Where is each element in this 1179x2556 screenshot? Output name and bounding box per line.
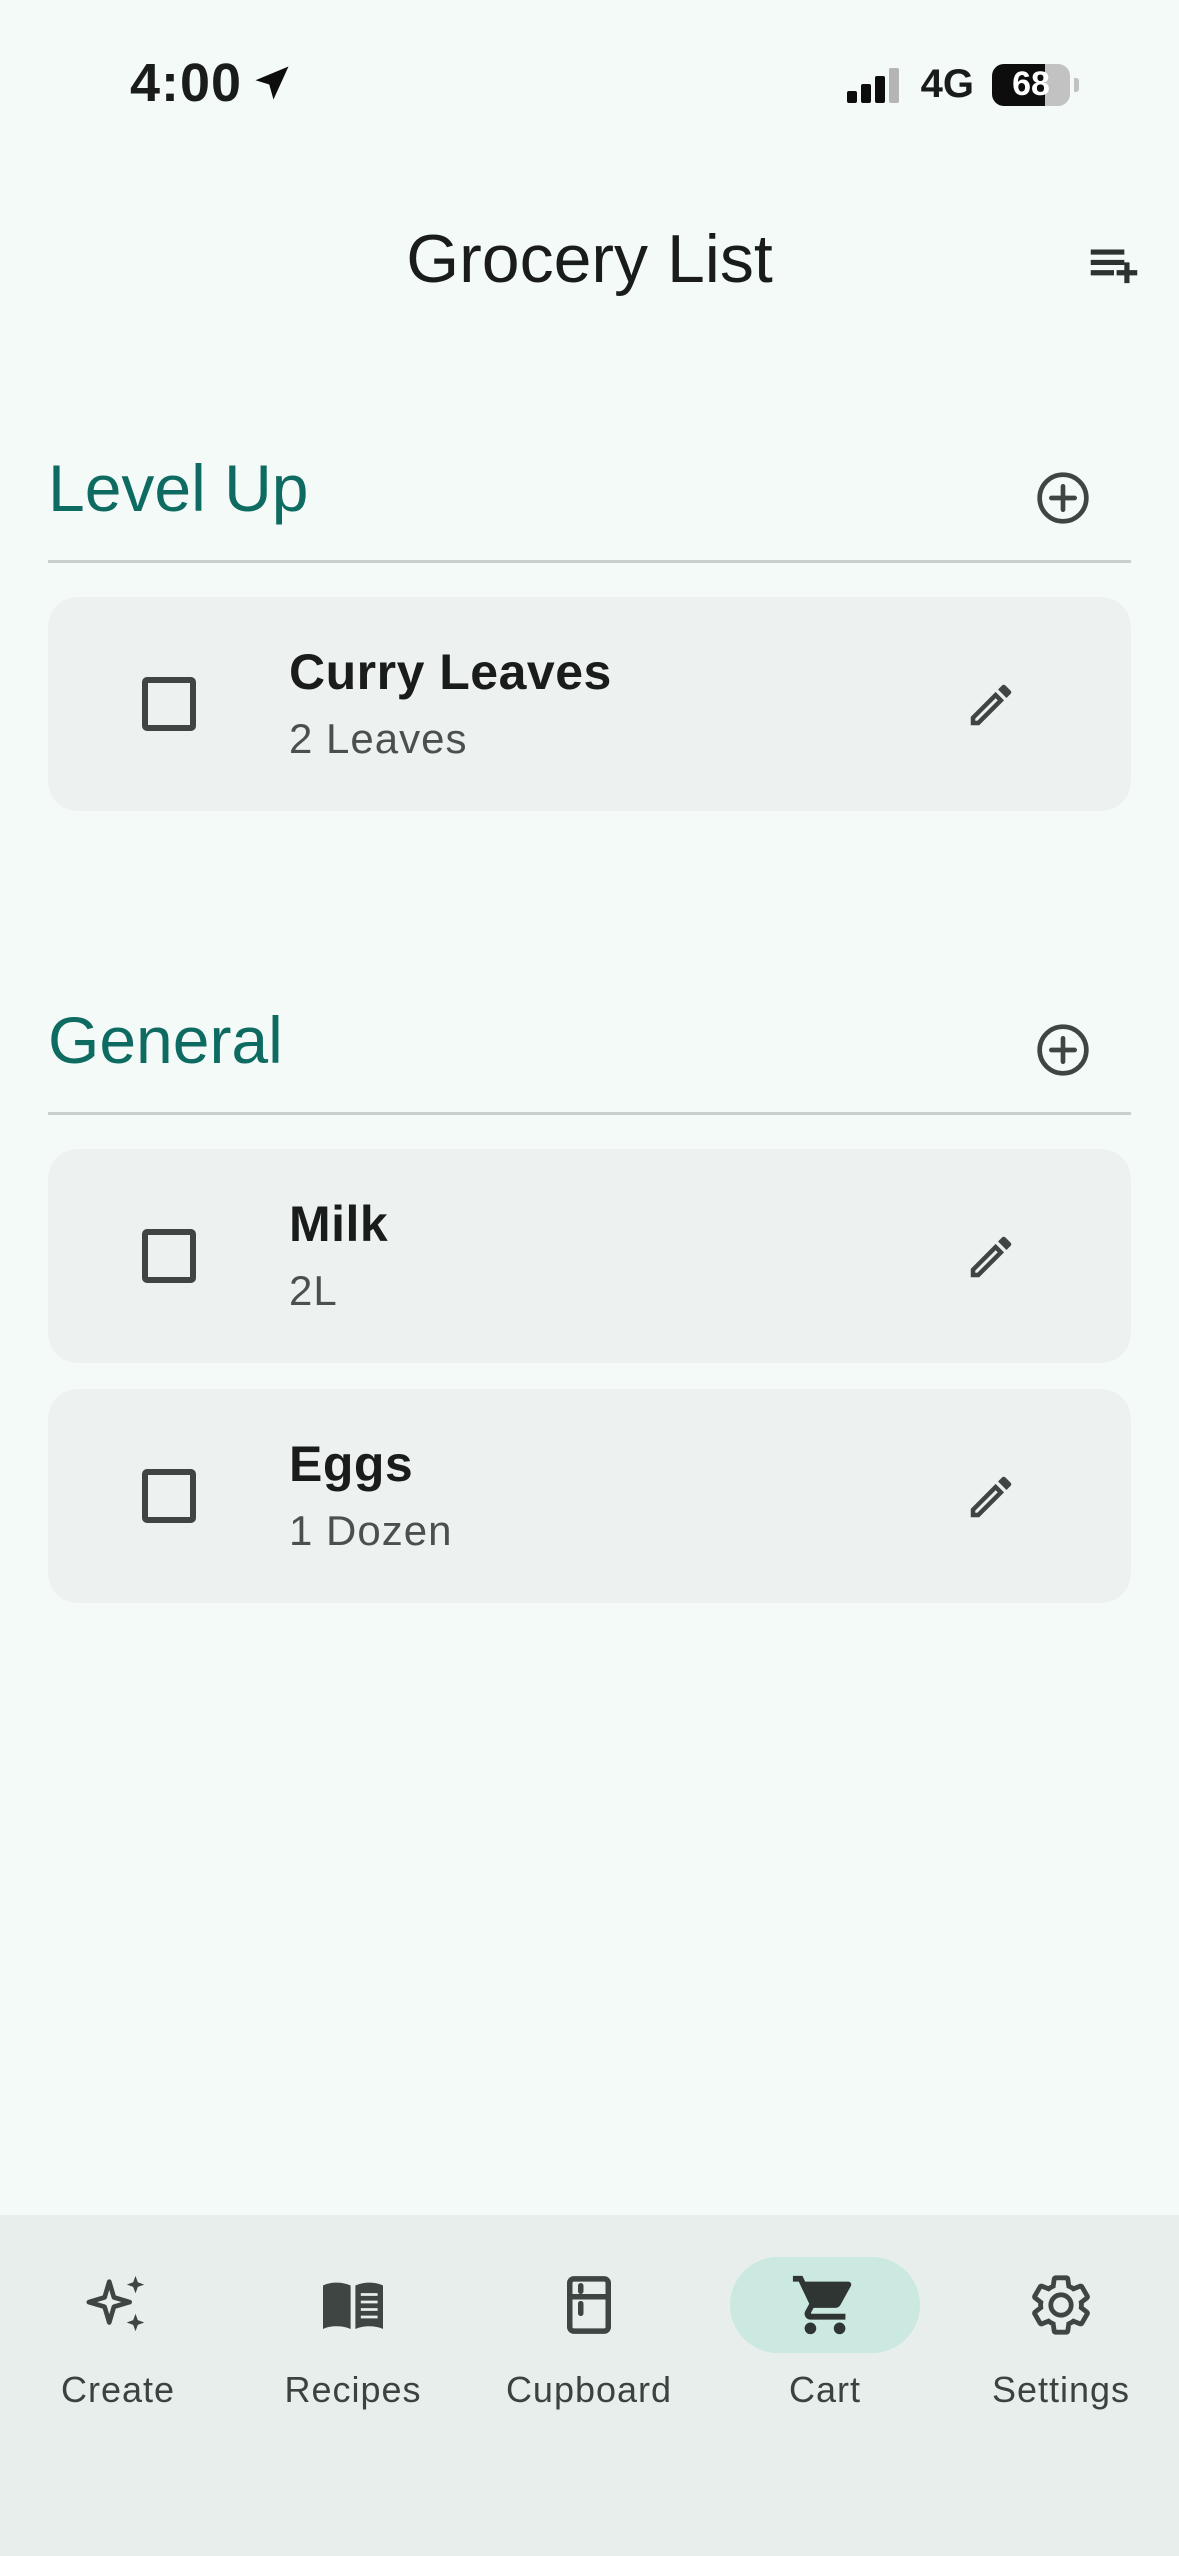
location-arrow-icon — [255, 66, 289, 100]
item-text: Milk 2L — [289, 1195, 388, 1315]
nav-item-cupboard[interactable]: Cupboard — [484, 2257, 694, 2411]
nav-label: Settings — [991, 2369, 1131, 2410]
add-circle-icon — [1037, 472, 1089, 524]
section-title: General — [48, 1003, 283, 1077]
cart-icon — [792, 2275, 852, 2335]
nav-item-recipes[interactable]: Recipes — [248, 2257, 458, 2411]
battery-level: 68 — [1012, 65, 1050, 103]
nav-item-create[interactable]: Create — [13, 2257, 223, 2411]
cupboard-icon — [567, 2276, 611, 2334]
section-header: General — [48, 982, 1131, 1112]
nav-label: Recipes — [284, 2369, 422, 2410]
nav-label: Cupboard — [505, 2369, 673, 2410]
section-header: Level Up — [48, 430, 1131, 560]
bottom-nav: Create Recipes Cupboard Cart Settings — [0, 2215, 1179, 2556]
add-circle-icon — [1037, 1024, 1089, 1076]
sparkles-icon — [86, 2275, 145, 2332]
section-divider — [48, 560, 1131, 563]
item-checkbox[interactable] — [142, 1229, 196, 1283]
item-checkbox[interactable] — [142, 1469, 196, 1523]
nav-icon-container — [966, 2257, 1156, 2353]
network-label: 4G — [920, 62, 974, 106]
list-item: Curry Leaves 2 Leaves — [48, 597, 1131, 811]
nav-icon-container-active — [730, 2257, 920, 2353]
nav-icon-container — [23, 2257, 213, 2353]
add-item-button[interactable] — [1033, 1020, 1093, 1080]
status-time-text: 4:00 — [130, 53, 243, 113]
pencil-icon — [970, 1236, 1012, 1278]
nav-item-cart[interactable]: Cart — [720, 2257, 930, 2411]
app-header: Grocery List — [0, 200, 1179, 320]
nav-label: Create — [60, 2369, 176, 2410]
item-checkbox[interactable] — [142, 677, 196, 731]
edit-item-button[interactable] — [961, 1467, 1021, 1527]
battery-cap — [1074, 77, 1079, 92]
add-list-button[interactable] — [1079, 230, 1149, 300]
status-indicators: 4G 68 — [845, 62, 1079, 107]
battery-indicator: 68 — [992, 63, 1070, 106]
list-item: Milk 2L — [48, 1149, 1131, 1363]
item-quantity: 1 Dozen — [289, 1507, 453, 1554]
section-divider — [48, 1112, 1131, 1115]
nav-label: Cart — [788, 2369, 861, 2410]
section-title: Level Up — [48, 451, 309, 525]
pencil-icon — [970, 684, 1012, 726]
book-icon — [323, 2282, 383, 2329]
item-name: Milk — [289, 1196, 389, 1252]
item-text: Curry Leaves 2 Leaves — [289, 643, 612, 763]
nav-item-settings[interactable]: Settings — [956, 2257, 1166, 2411]
gear-icon — [1032, 2275, 1090, 2335]
playlist-add-icon — [1090, 249, 1138, 284]
item-text: Eggs 1 Dozen — [289, 1435, 452, 1555]
edit-item-button[interactable] — [961, 675, 1021, 735]
item-name: Curry Leaves — [289, 644, 612, 700]
edit-item-button[interactable] — [961, 1227, 1021, 1287]
nav-icon-container — [258, 2257, 448, 2353]
signal-icon — [846, 67, 899, 103]
item-quantity: 2 Leaves — [289, 715, 468, 762]
pencil-icon — [970, 1476, 1012, 1518]
status-time: 4:00 — [130, 52, 294, 114]
add-item-button[interactable] — [1033, 468, 1093, 528]
item-quantity: 2L — [289, 1267, 338, 1314]
item-name: Eggs — [289, 1436, 414, 1492]
section-general: General Milk 2L Eggs 1 Dozen — [48, 982, 1131, 1603]
list-item: Eggs 1 Dozen — [48, 1389, 1131, 1603]
page-title: Grocery List — [406, 221, 773, 297]
status-bar: 4:00 4G 68 — [0, 0, 1179, 175]
section-level-up: Level Up Curry Leaves 2 Leaves — [48, 430, 1131, 811]
nav-icon-container — [494, 2257, 684, 2353]
